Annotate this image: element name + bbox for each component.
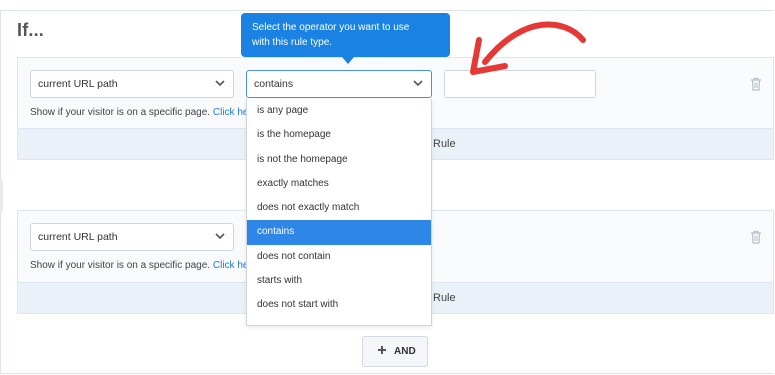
- rule-1-operator-select[interactable]: contains: [246, 70, 432, 98]
- side-handle: [0, 180, 3, 212]
- rule-1-operator-value: contains: [254, 78, 294, 90]
- operator-option[interactable]: starts with: [247, 269, 431, 293]
- operator-option[interactable]: is not the homepage: [247, 148, 431, 172]
- rule-1-type-value: current URL path: [38, 78, 118, 90]
- operator-tooltip: Select the operator you want to use with…: [241, 13, 450, 57]
- chevron-down-icon: [215, 80, 225, 87]
- operator-option[interactable]: contains: [247, 220, 431, 245]
- add-and-rule-button[interactable]: AND: [362, 336, 428, 367]
- rule-2-bar-label: Rule: [433, 292, 456, 304]
- operator-option[interactable]: exactly matches: [247, 172, 431, 196]
- trash-icon[interactable]: [750, 77, 762, 91]
- if-heading: If...: [17, 20, 44, 40]
- rule-2-help-desc: Show if your visitor is on a specific pa…: [30, 260, 211, 271]
- plus-icon: [378, 346, 386, 354]
- rule-1-bar-label: Rule: [433, 138, 456, 150]
- operator-option[interactable]: does not exactly match: [247, 196, 431, 220]
- trash-icon[interactable]: [750, 230, 762, 244]
- rule-2-help-text: Show if your visitor is on a specific pa…: [30, 260, 252, 271]
- annotation-arrow-icon: [470, 21, 586, 75]
- rule-1-type-select[interactable]: current URL path: [30, 70, 234, 98]
- operator-option[interactable]: does not contain: [247, 245, 431, 269]
- rule-2-type-value: current URL path: [38, 231, 118, 243]
- operator-option[interactable]: is any page: [247, 99, 431, 123]
- operator-dropdown-list: is any page is the homepage is not the hom…: [246, 99, 432, 326]
- tooltip-line-1: Select the operator you want to use: [252, 22, 410, 33]
- chevron-down-icon: [413, 80, 423, 87]
- operator-option[interactable]: is the homepage: [247, 123, 431, 147]
- rule-1-help-desc: Show if your visitor is on a specific pa…: [30, 107, 211, 118]
- tooltip-line-2: with this rule type.: [252, 37, 333, 48]
- rule-1-help-text: Show if your visitor is on a specific pa…: [30, 107, 252, 118]
- tooltip-pointer: [342, 57, 354, 64]
- rule-2-type-select[interactable]: current URL path: [30, 223, 234, 251]
- chevron-down-icon: [215, 233, 225, 240]
- and-button-label: AND: [394, 346, 416, 357]
- operator-option[interactable]: does not start with: [247, 293, 431, 317]
